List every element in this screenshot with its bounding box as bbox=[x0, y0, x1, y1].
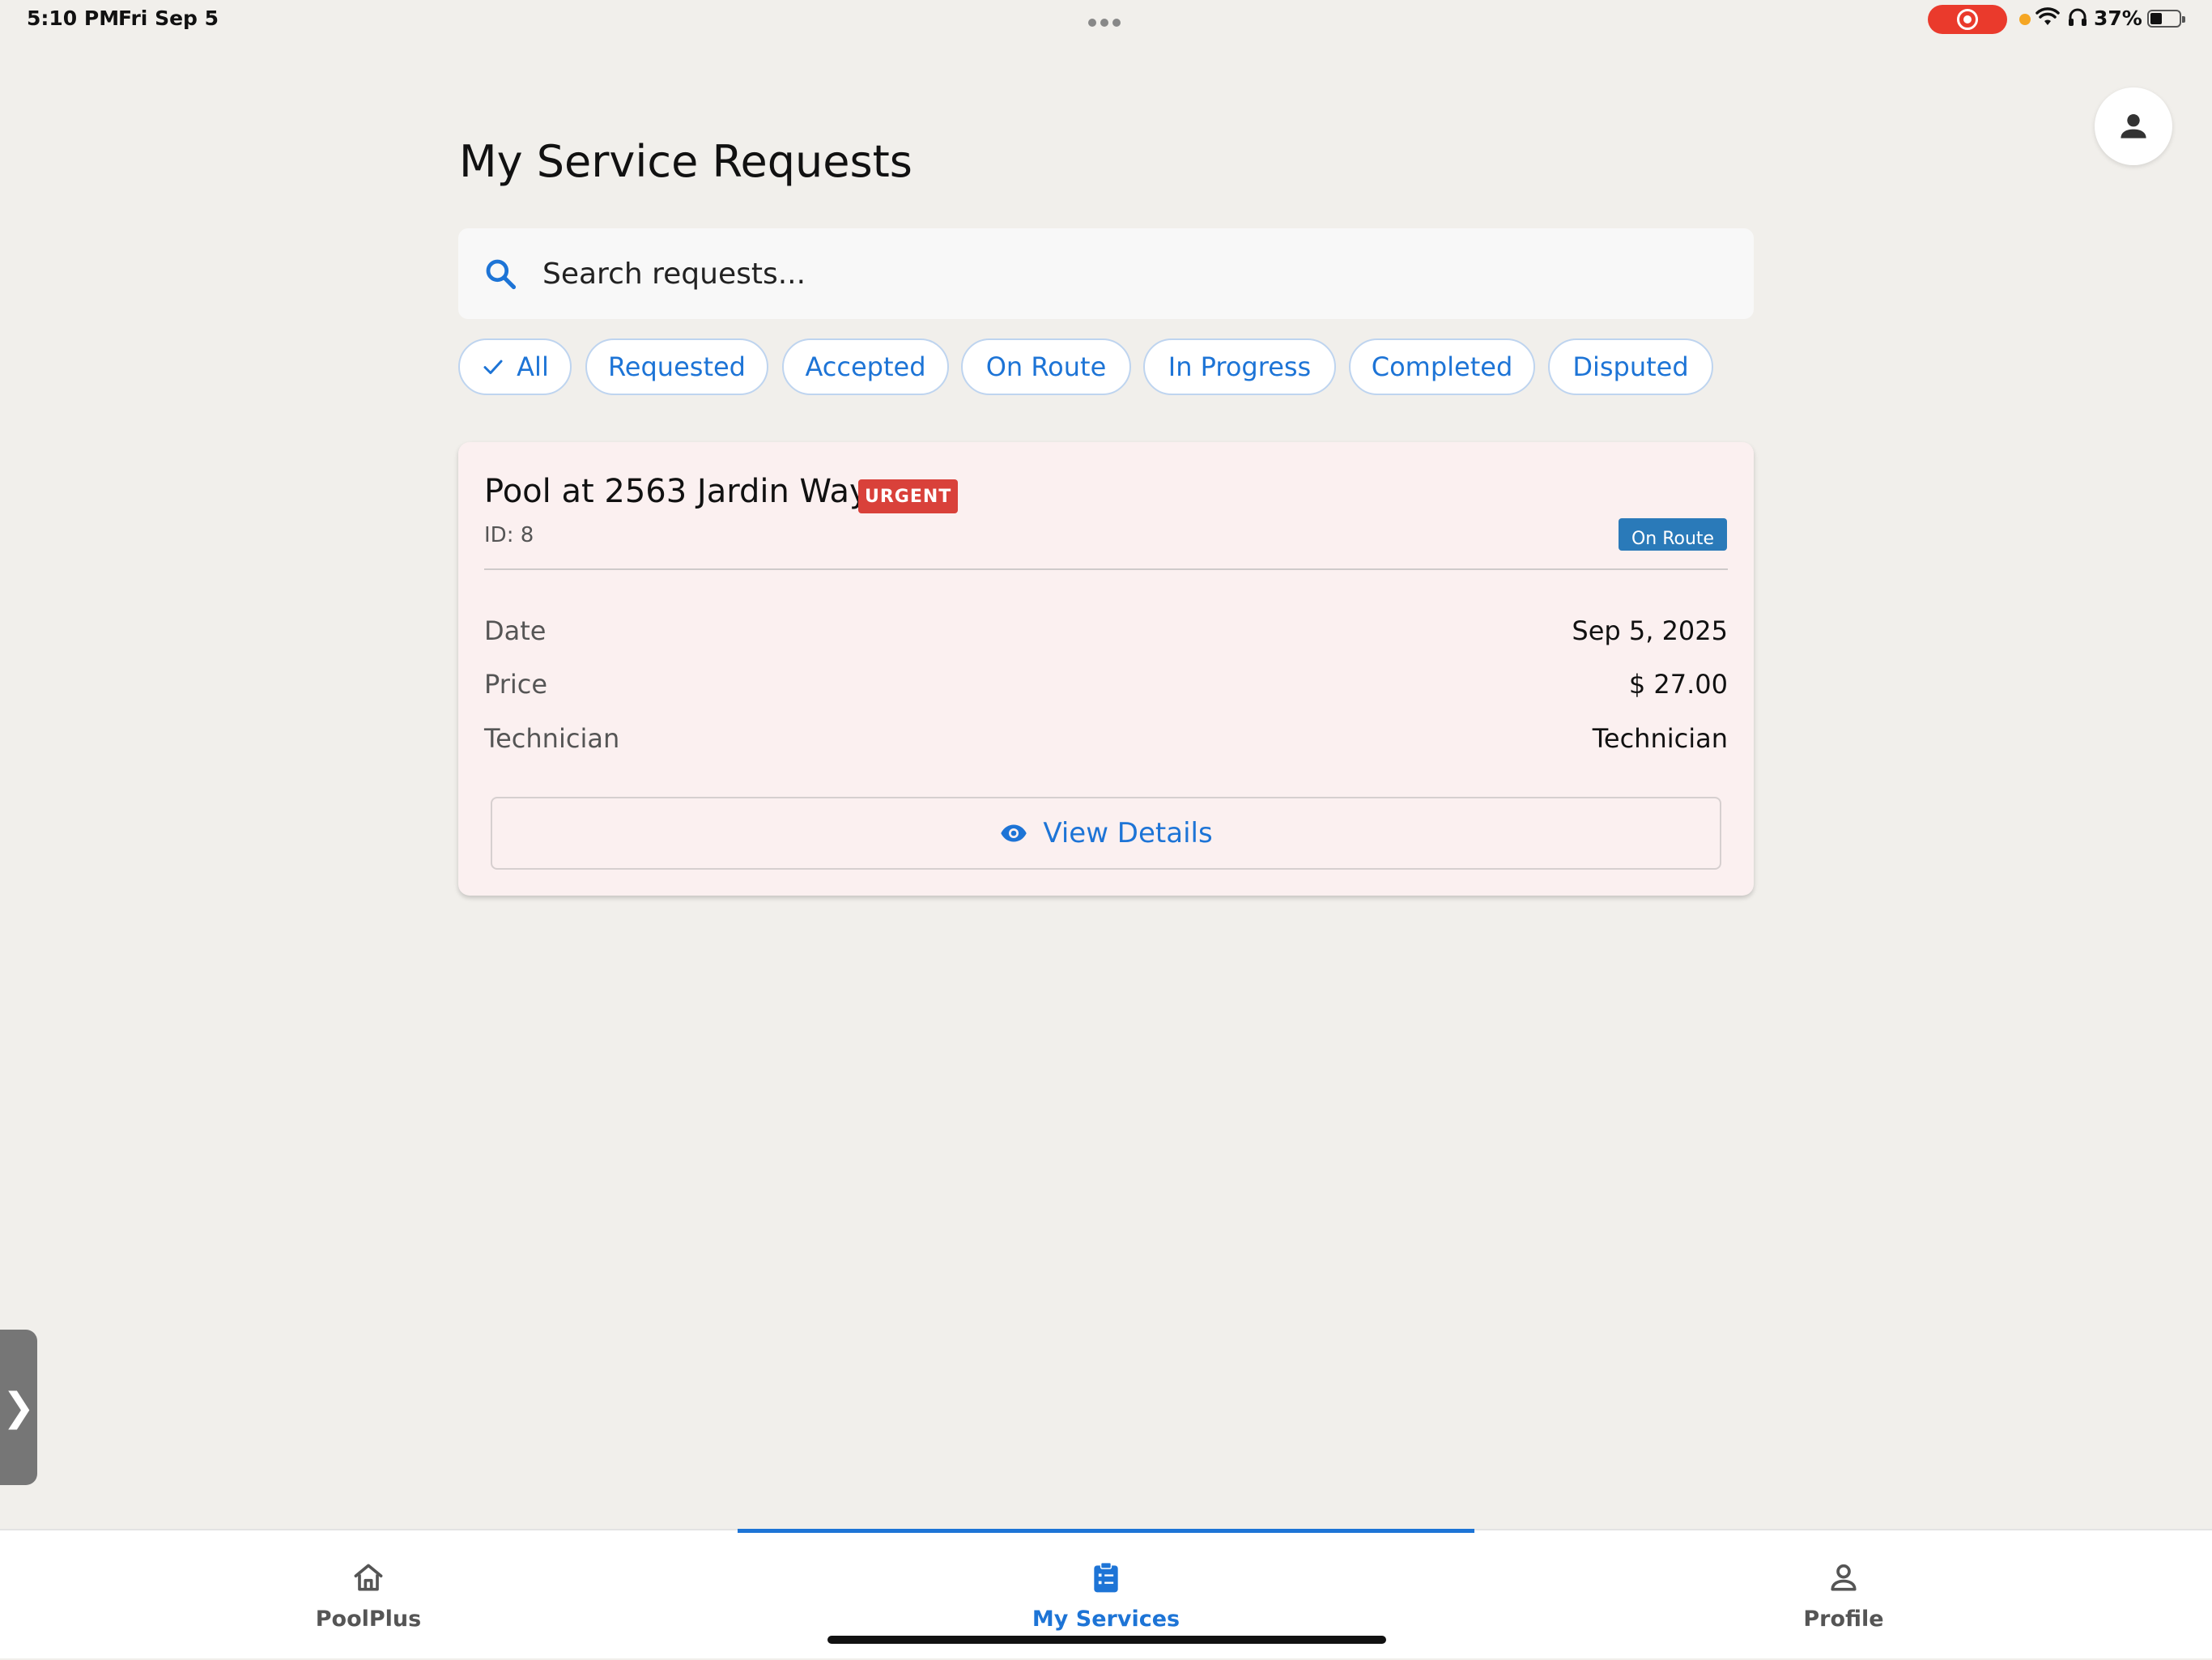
nav-item-profile[interactable]: Profile bbox=[1475, 1530, 2212, 1660]
person-outline-icon bbox=[1831, 1564, 1857, 1591]
filter-chip-label: Accepted bbox=[805, 351, 926, 382]
page-title: My Service Requests bbox=[459, 136, 912, 187]
nav-label-my-services: My Services bbox=[1032, 1607, 1180, 1632]
request-id: ID: 8 bbox=[484, 523, 534, 547]
filter-chip-on-route[interactable]: On Route bbox=[961, 338, 1131, 395]
profile-avatar-button[interactable] bbox=[2095, 87, 2172, 165]
card-divider bbox=[484, 568, 1728, 570]
date-value: Sep 5, 2025 bbox=[1572, 615, 1728, 646]
chevron-right-icon: ❯ bbox=[2, 1385, 36, 1430]
technician-value: Technician bbox=[1592, 723, 1728, 754]
nav-item-poolplus[interactable]: PoolPlus bbox=[0, 1530, 737, 1660]
filter-chip-all[interactable]: All bbox=[458, 338, 572, 395]
search-bar[interactable] bbox=[458, 228, 1754, 319]
battery-percent: 37% bbox=[2094, 6, 2142, 30]
screen-recording-icon[interactable] bbox=[1928, 5, 2007, 34]
search-icon bbox=[486, 259, 517, 290]
date-label: Date bbox=[484, 615, 547, 646]
filter-chip-disputed[interactable]: Disputed bbox=[1548, 338, 1713, 395]
filter-chip-label: Requested bbox=[608, 351, 746, 382]
filter-chip-label: In Progress bbox=[1168, 351, 1312, 382]
view-details-label: View Details bbox=[1043, 817, 1213, 849]
nav-label-poolplus: PoolPlus bbox=[315, 1607, 422, 1632]
wifi-icon bbox=[2035, 7, 2060, 25]
headphones-icon bbox=[2069, 8, 2087, 26]
check-icon bbox=[483, 360, 503, 374]
status-date: Fri Sep 5 bbox=[118, 6, 219, 30]
service-request-card[interactable]: Pool at 2563 Jardin Way URGENT ID: 8 On … bbox=[458, 442, 1754, 896]
filter-chip-completed[interactable]: Completed bbox=[1349, 338, 1535, 395]
status-badge: On Route bbox=[1619, 518, 1727, 551]
price-label: Price bbox=[484, 669, 548, 700]
person-icon bbox=[2121, 113, 2146, 138]
eye-icon bbox=[999, 819, 1028, 848]
request-title: Pool at 2563 Jardin Way bbox=[484, 473, 869, 510]
search-input[interactable] bbox=[542, 248, 1725, 300]
filter-chip-label: On Route bbox=[985, 351, 1107, 382]
multitasking-dots-icon[interactable] bbox=[1088, 15, 1125, 27]
status-time: 5:10 PM bbox=[27, 6, 120, 30]
battery-icon bbox=[2147, 10, 2185, 28]
price-value: $ 27.00 bbox=[1628, 669, 1728, 700]
view-details-button[interactable]: View Details bbox=[491, 797, 1721, 870]
filter-chip-accepted[interactable]: Accepted bbox=[782, 338, 949, 395]
side-panel-handle[interactable]: ❯ bbox=[0, 1330, 37, 1485]
filter-chip-in-progress[interactable]: In Progress bbox=[1143, 338, 1336, 395]
status-bar: 5:10 PM Fri Sep 5 37% bbox=[0, 0, 2212, 39]
filter-chip-requested[interactable]: Requested bbox=[585, 338, 768, 395]
clipboard-list-icon bbox=[1094, 1561, 1118, 1593]
filter-chip-label: Disputed bbox=[1572, 351, 1689, 382]
nav-label-profile: Profile bbox=[1803, 1607, 1884, 1632]
home-icon bbox=[354, 1564, 383, 1591]
filter-chip-label: All bbox=[517, 351, 549, 382]
mic-indicator-icon bbox=[2019, 14, 2031, 25]
technician-label: Technician bbox=[484, 723, 620, 754]
home-indicator[interactable] bbox=[827, 1636, 1386, 1644]
filter-chip-label: Completed bbox=[1371, 351, 1513, 382]
urgent-badge: URGENT bbox=[858, 479, 959, 513]
